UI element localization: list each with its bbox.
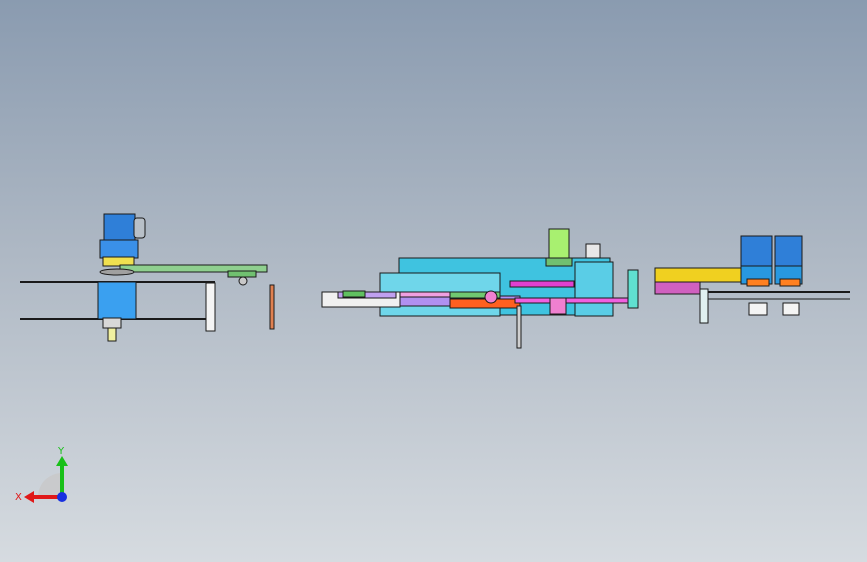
triad-x-arrowhead [24,491,34,503]
view-orientation-triad[interactable]: Y X [0,0,867,562]
cad-viewport[interactable]: Y X [0,0,867,562]
triad-quarter-disc [38,473,62,497]
triad-y-arrowhead [56,456,68,466]
triad-y-label: Y [57,446,65,457]
triad-x-label: X [15,492,22,503]
triad-z-axis-dot [57,492,67,502]
